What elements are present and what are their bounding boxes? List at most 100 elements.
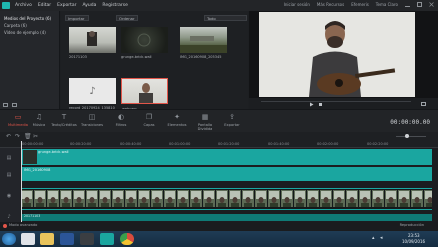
video-editor-taskbar-icon[interactable] bbox=[100, 233, 114, 245]
clip-thumbnail bbox=[23, 150, 37, 164]
zoom-handle[interactable] bbox=[405, 134, 409, 138]
split-screen-icon: ▦ bbox=[201, 113, 209, 121]
cut-icon[interactable]: ✂ bbox=[33, 133, 38, 140]
clock-date[interactable]: 10/09/2016 bbox=[402, 239, 425, 244]
maximize-icon[interactable] bbox=[417, 2, 422, 7]
browser-icon[interactable] bbox=[21, 233, 35, 245]
tray-network-icon[interactable]: ▴ bbox=[372, 235, 375, 241]
music-icon: ♫ bbox=[35, 113, 43, 121]
tab-split-screen[interactable]: ▦ Pantalla Dividida bbox=[190, 113, 220, 131]
library-item-sample-video[interactable]: Vídeo de ejemplo (4) bbox=[0, 29, 59, 36]
menu-help[interactable]: Ayuda bbox=[83, 3, 97, 8]
undo-icon[interactable]: ↶ bbox=[6, 133, 11, 140]
library-item-folder[interactable]: Carpeta (6) bbox=[0, 22, 59, 29]
menu-export[interactable]: Exportar bbox=[57, 3, 76, 8]
timeline-clip-overlay[interactable]: grunge-brick-wall bbox=[21, 149, 432, 165]
menu-register[interactable]: Registrarse bbox=[102, 3, 127, 8]
app-logo-icon bbox=[2, 2, 10, 9]
overlays-icon: ❐ bbox=[145, 113, 153, 121]
timecode-display: 00:00:00.00 bbox=[390, 119, 430, 126]
stop-icon[interactable] bbox=[319, 103, 322, 106]
ruler-tick: 00:00:40:00 bbox=[120, 142, 142, 146]
redo-icon[interactable]: ↷ bbox=[15, 133, 20, 140]
close-icon[interactable] bbox=[429, 2, 434, 7]
filter-dropdown[interactable]: Todo bbox=[204, 15, 247, 21]
media-item[interactable]: grunge-brick-wall bbox=[121, 27, 168, 59]
media-caption: grunge-brick-wall bbox=[121, 55, 152, 59]
media-item[interactable]: IMG_20160908_205345 bbox=[180, 27, 227, 59]
clip-label: IMG_20160908 bbox=[24, 168, 51, 172]
menu-file[interactable]: Archivo bbox=[15, 3, 32, 8]
timeline-clip-audio[interactable]: 20171103 bbox=[21, 214, 432, 221]
media-item[interactable]: 20171103 bbox=[69, 27, 116, 59]
clip-filmstrip bbox=[21, 189, 432, 209]
zoom-slider[interactable] bbox=[396, 136, 426, 137]
ruler-tick: 00:00:20:00 bbox=[70, 142, 92, 146]
preview-controls bbox=[249, 98, 438, 109]
delete-folder-icon[interactable] bbox=[12, 103, 17, 107]
timeline-toolbar: ↶ ↷ 🗑 ✂ bbox=[0, 132, 438, 141]
media-player-icon[interactable] bbox=[80, 233, 94, 245]
folder-icon[interactable] bbox=[40, 233, 54, 245]
media-thumbnail bbox=[180, 27, 227, 53]
media-library: Importar Ordenar Todo 20171103 grunge-br… bbox=[61, 11, 248, 111]
delete-icon[interactable]: 🗑 bbox=[24, 133, 32, 140]
tab-elements[interactable]: ✦ Elementos bbox=[162, 113, 192, 127]
library-panel: Medios del Proyecto (6) Carpeta (6) Víde… bbox=[0, 11, 60, 109]
media-toolbar: Importar Ordenar Todo bbox=[61, 15, 248, 23]
media-item[interactable]: webcam bbox=[121, 78, 168, 111]
clip-label: grunge-brick-wall bbox=[38, 150, 69, 154]
tab-transitions[interactable]: ◫ Transiciones bbox=[77, 113, 107, 127]
media-thumbnail bbox=[69, 27, 116, 53]
tab-overlays[interactable]: ❐ Capas bbox=[134, 113, 164, 127]
track-lock-icon[interactable]: ▤ bbox=[5, 155, 13, 161]
menu-effects[interactable]: Efemeris bbox=[351, 2, 369, 7]
fullscreen-icon[interactable] bbox=[421, 102, 426, 106]
minimize-icon[interactable] bbox=[405, 2, 410, 7]
menu-edit[interactable]: Editar bbox=[38, 3, 51, 8]
new-folder-icon[interactable] bbox=[3, 103, 8, 107]
track-lock-icon[interactable]: ▤ bbox=[5, 172, 13, 178]
tab-text[interactable]: T Texto/Créditos bbox=[49, 113, 79, 127]
menu-theme[interactable]: Tema Claro bbox=[376, 2, 398, 7]
import-dropdown[interactable]: Importar bbox=[65, 15, 89, 21]
status-record-icon[interactable] bbox=[3, 224, 7, 228]
sort-dropdown[interactable]: Ordenar bbox=[116, 15, 138, 21]
chrome-icon[interactable] bbox=[120, 233, 134, 245]
text-icon: T bbox=[61, 113, 67, 121]
clock-time[interactable]: 23:53 bbox=[408, 233, 420, 238]
filters-icon: ◐ bbox=[117, 113, 125, 121]
status-bar: Modo avanzado Reproducción bbox=[0, 222, 438, 231]
menu-resources[interactable]: Más Recursos bbox=[317, 2, 344, 7]
media-caption: 20171103 bbox=[69, 55, 87, 59]
track-eye-icon[interactable]: ◉ bbox=[5, 193, 13, 199]
tab-filters[interactable]: ◐ Filtros bbox=[106, 113, 136, 127]
tool-tabs: ▭ Multimedia ♫ Música T Texto/Créditos ◫… bbox=[0, 109, 438, 132]
menu-bar: Archivo Editar Exportar Ayuda Registrars… bbox=[0, 0, 438, 11]
start-button-icon[interactable] bbox=[2, 233, 16, 245]
media-icon: ▭ bbox=[14, 113, 22, 121]
timeline-ruler[interactable]: 00:00:00:00 00:00:20:00 00:00:40:00 00:0… bbox=[0, 141, 438, 148]
media-item[interactable]: ♪ record_20170924_135810 bbox=[69, 78, 116, 110]
track-audio-icon[interactable]: ♪ bbox=[5, 214, 13, 220]
ruler-tick: 00:00:00:00 bbox=[22, 142, 44, 146]
status-left-text[interactable]: Modo avanzado bbox=[9, 223, 37, 227]
playhead[interactable] bbox=[21, 141, 22, 222]
status-right-text: Reproducción bbox=[399, 223, 424, 227]
tray-volume-icon[interactable]: ◂ bbox=[380, 235, 383, 241]
word-icon[interactable] bbox=[60, 233, 74, 245]
elements-icon: ✦ bbox=[174, 113, 180, 121]
menu-login[interactable]: Iniciar sesión bbox=[284, 2, 310, 7]
media-caption: IMG_20160908_205345 bbox=[180, 55, 222, 59]
tab-export[interactable]: ⇪ Exportar bbox=[217, 113, 247, 127]
export-icon: ⇪ bbox=[229, 113, 235, 121]
preview-video bbox=[259, 12, 415, 97]
play-icon[interactable] bbox=[309, 102, 314, 109]
clip-label: 20171103 bbox=[24, 214, 41, 218]
timeline-tracks: ▤ ▤ ◉ ♪ grunge-brick-wall IMG_20160908 2… bbox=[0, 141, 438, 232]
library-item-project-media[interactable]: Medios del Proyecto (6) bbox=[0, 15, 59, 22]
timeline-clip-image[interactable]: IMG_20160908 bbox=[21, 167, 432, 181]
ruler-tick: 00:01:20:00 bbox=[218, 142, 240, 146]
transitions-icon: ◫ bbox=[88, 113, 96, 121]
timeline-clip-video[interactable] bbox=[21, 188, 432, 210]
